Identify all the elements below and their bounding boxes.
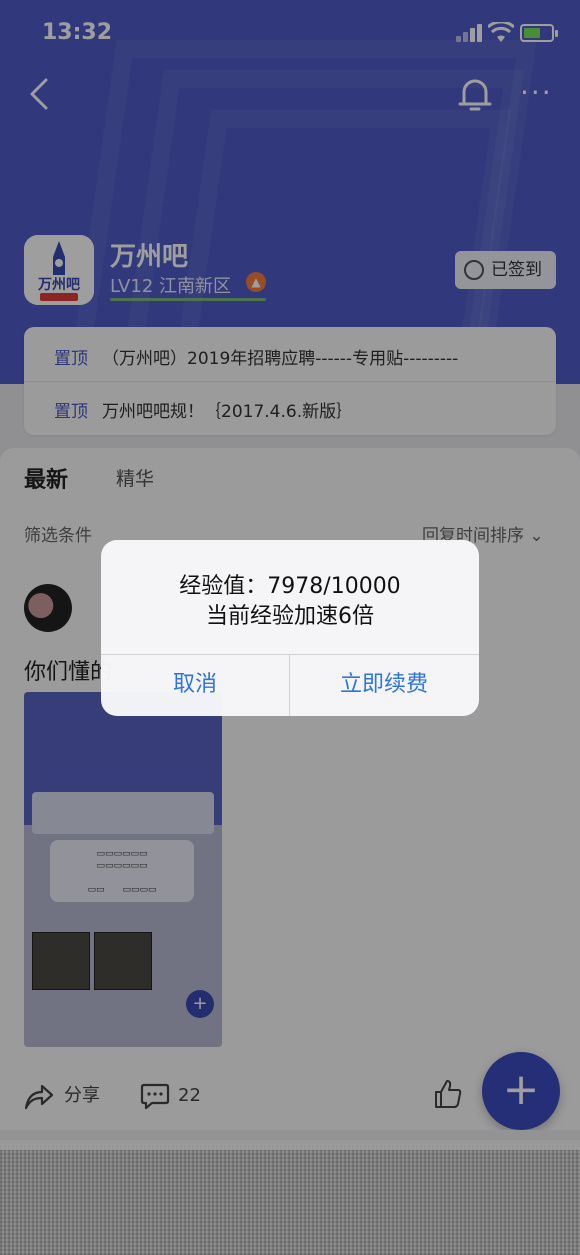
- screen: 13:32 ··· 万州吧 万州吧 LV12 江南新区 ▲ 已签到 置顶 （万州…: [0, 0, 580, 1255]
- cancel-button[interactable]: 取消: [101, 654, 289, 716]
- experience-value: 经验值：7978/10000: [179, 574, 401, 599]
- renew-button[interactable]: 立即续费: [290, 654, 478, 716]
- experience-boost: 当前经验加速6倍: [206, 604, 374, 629]
- experience-dialog: 经验值：7978/10000 当前经验加速6倍 取消 立即续费: [101, 540, 479, 716]
